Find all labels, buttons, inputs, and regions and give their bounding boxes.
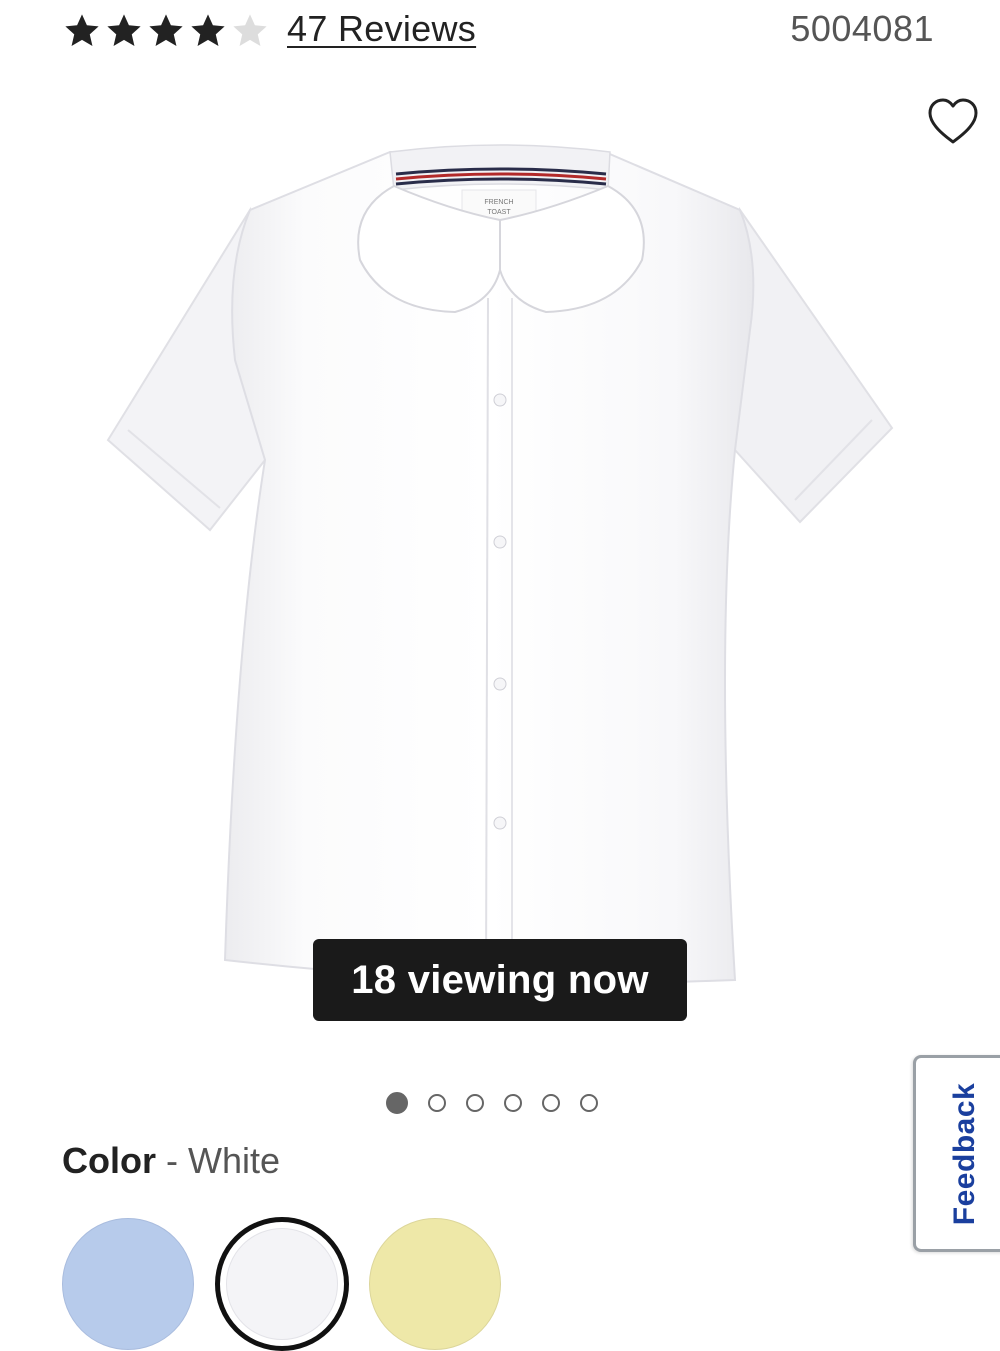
product-id: 5004081 [790, 8, 934, 49]
selected-color-value: White [188, 1140, 281, 1181]
star-filled-icon [65, 14, 99, 47]
carousel-dots [386, 1092, 598, 1114]
carousel-dot-4[interactable] [504, 1094, 522, 1112]
color-swatch-yellow[interactable] [369, 1218, 501, 1350]
carousel-dot-6[interactable] [580, 1094, 598, 1112]
star-rating [62, 12, 270, 50]
garment-label-brand-2: TOAST [487, 209, 511, 216]
carousel-dot-1[interactable] [386, 1092, 408, 1114]
color-selection-label: Color - White [62, 1140, 280, 1182]
feedback-label: Feedback [947, 1082, 981, 1225]
product-image[interactable]: FRENCH TOAST 10 [60, 130, 940, 1010]
carousel-dot-2[interactable] [428, 1094, 446, 1112]
garment-label-brand-1: FRENCH [484, 199, 513, 206]
star-filled-icon [149, 14, 183, 47]
rating-row: 47 Reviews 5004081 [0, 0, 1000, 60]
color-label: Color [62, 1140, 156, 1181]
star-empty-icon [233, 14, 267, 47]
color-swatch-white[interactable] [215, 1217, 349, 1351]
viewing-now-badge: 18 viewing now [313, 939, 687, 1021]
star-filled-icon [107, 14, 141, 47]
color-swatch-white-fill [226, 1228, 338, 1340]
star-filled-icon [191, 14, 225, 47]
carousel-dot-3[interactable] [466, 1094, 484, 1112]
feedback-tab[interactable]: Feedback [913, 1055, 1000, 1252]
carousel-dot-5[interactable] [542, 1094, 560, 1112]
reviews-link[interactable]: 47 Reviews [287, 8, 476, 50]
color-separator: - [156, 1140, 188, 1181]
color-swatch-light-blue[interactable] [62, 1218, 194, 1350]
